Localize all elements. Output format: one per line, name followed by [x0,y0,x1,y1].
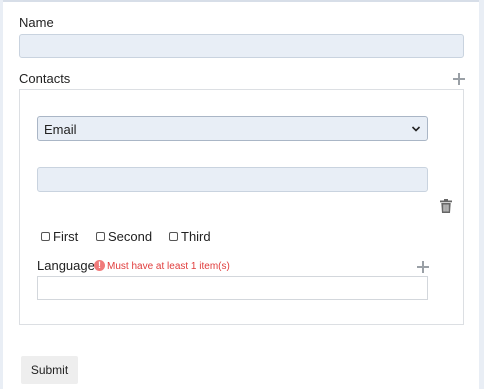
contacts-label: Contacts [19,71,71,86]
submit-button[interactable]: Submit [21,356,78,384]
language-error-message: Must have at least 1 item(s) [107,261,230,272]
contact-type-value: Email [44,122,77,137]
checkbox-third[interactable]: Third [169,228,211,244]
checkbox-first[interactable]: First [41,228,79,244]
add-contact-plus-icon[interactable] [453,73,465,85]
error-icon: ! [94,260,105,271]
contact-type-select[interactable]: Email [37,116,428,141]
checkbox-box[interactable] [96,231,105,241]
checkbox-second[interactable]: Second [96,228,153,244]
add-language-plus-icon[interactable] [417,261,429,273]
trash-icon[interactable] [440,199,452,213]
checkbox-box[interactable] [169,231,178,241]
checkbox-box[interactable] [41,231,50,241]
name-input[interactable] [19,34,464,58]
language-input[interactable] [37,276,428,300]
checkbox-label: Second [108,228,153,244]
language-label: Language [37,258,95,273]
name-label: Name [19,15,54,30]
checkbox-label: Third [181,228,211,244]
checkbox-label: First [53,228,79,244]
form-page: Name Contacts Email First Second Third L… [3,0,479,389]
chevron-down-icon [411,126,421,132]
page-top-border [3,0,479,2]
contact-value-input[interactable] [37,167,428,192]
